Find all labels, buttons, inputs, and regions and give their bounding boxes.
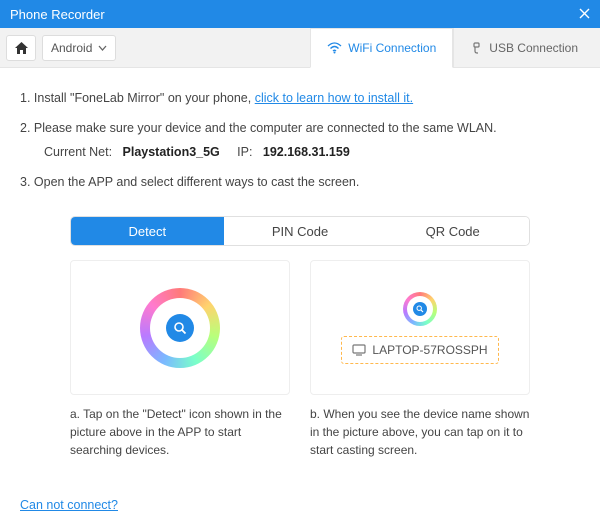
home-icon bbox=[14, 41, 29, 55]
install-link[interactable]: click to learn how to install it. bbox=[255, 91, 413, 105]
content: 1. Install "FoneLab Mirror" on your phon… bbox=[0, 68, 600, 522]
monitor-icon bbox=[352, 344, 366, 356]
steps-list: 1. Install "FoneLab Mirror" on your phon… bbox=[20, 88, 580, 202]
toolbar: Android WiFi Connection USB Connection bbox=[0, 28, 600, 68]
detect-panels: a. Tap on the "Detect" icon shown in the… bbox=[70, 260, 530, 459]
step-3-text: 3. Open the APP and select different way… bbox=[20, 175, 359, 189]
tab-pin-label: PIN Code bbox=[272, 224, 328, 239]
tab-usb-label: USB Connection bbox=[489, 41, 578, 55]
step-2-text: 2. Please make sure your device and the … bbox=[20, 121, 497, 135]
platform-label: Android bbox=[51, 41, 92, 55]
platform-select[interactable]: Android bbox=[42, 35, 116, 61]
step-2: 2. Please make sure your device and the … bbox=[20, 118, 580, 162]
current-net-label: Current Net: bbox=[44, 145, 112, 159]
step-3: 3. Open the APP and select different way… bbox=[20, 172, 580, 192]
magnifier-icon bbox=[166, 314, 194, 342]
device-name: LAPTOP-57ROSSPH bbox=[372, 343, 487, 357]
tab-detect[interactable]: Detect bbox=[71, 217, 224, 245]
network-info: Current Net: Playstation3_5G IP: 192.168… bbox=[44, 142, 580, 162]
panel-b-caption: b. When you see the device name shown in… bbox=[310, 405, 530, 459]
tab-pin-code[interactable]: PIN Code bbox=[224, 217, 377, 245]
tab-usb-connection[interactable]: USB Connection bbox=[453, 28, 594, 68]
magnifier-small-icon bbox=[413, 302, 427, 316]
home-button[interactable] bbox=[6, 35, 36, 61]
ip-label: IP: bbox=[237, 145, 252, 159]
detect-small-ring-icon bbox=[403, 292, 437, 326]
detect-ring-icon bbox=[140, 288, 220, 368]
tab-qr-label: QR Code bbox=[426, 224, 480, 239]
step-1: 1. Install "FoneLab Mirror" on your phon… bbox=[20, 88, 580, 108]
panel-b-illustration: LAPTOP-57ROSSPH bbox=[310, 260, 530, 395]
ssid-value: Playstation3_5G bbox=[123, 145, 220, 159]
step-1-text: 1. Install "FoneLab Mirror" on your phon… bbox=[20, 91, 255, 105]
chevron-down-icon bbox=[98, 45, 107, 51]
ip-value: 192.168.31.159 bbox=[263, 145, 350, 159]
window-title: Phone Recorder bbox=[10, 7, 105, 22]
footer: Can not connect? bbox=[20, 487, 580, 512]
device-item: LAPTOP-57ROSSPH bbox=[341, 336, 498, 364]
tab-qr-code[interactable]: QR Code bbox=[376, 217, 529, 245]
tab-wifi-connection[interactable]: WiFi Connection bbox=[310, 28, 453, 68]
wifi-icon bbox=[327, 42, 342, 54]
close-icon[interactable] bbox=[579, 6, 590, 22]
method-tabs: Detect PIN Code QR Code bbox=[70, 216, 530, 246]
titlebar: Phone Recorder bbox=[0, 0, 600, 28]
tab-detect-label: Detect bbox=[129, 224, 167, 239]
panel-a-illustration bbox=[70, 260, 290, 395]
usb-icon bbox=[470, 42, 483, 54]
tab-wifi-label: WiFi Connection bbox=[348, 41, 436, 55]
panel-a: a. Tap on the "Detect" icon shown in the… bbox=[70, 260, 290, 459]
cannot-connect-link[interactable]: Can not connect? bbox=[20, 498, 118, 512]
panel-a-caption: a. Tap on the "Detect" icon shown in the… bbox=[70, 405, 290, 459]
panel-b: LAPTOP-57ROSSPH b. When you see the devi… bbox=[310, 260, 530, 459]
